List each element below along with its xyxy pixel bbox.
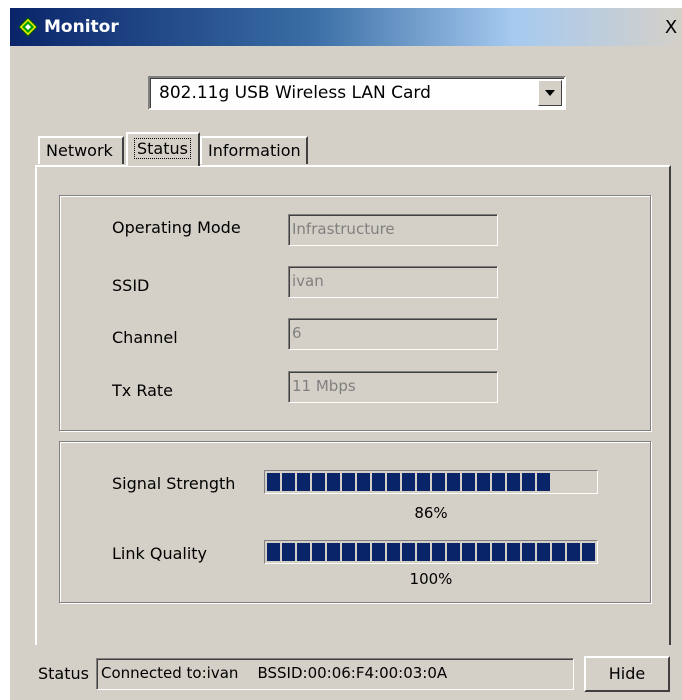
progress-block — [342, 473, 355, 491]
hide-button[interactable]: Hide — [584, 656, 670, 692]
operating-mode-label: Operating Mode — [112, 218, 241, 237]
status-label: Status — [38, 664, 89, 683]
progress-block — [312, 543, 325, 561]
progress-block — [297, 543, 310, 561]
progress-block — [387, 543, 400, 561]
tab-network[interactable]: Network — [38, 136, 124, 164]
progress-block — [537, 473, 550, 491]
progress-block — [417, 473, 430, 491]
tx-rate-label: Tx Rate — [112, 381, 174, 400]
progress-block — [327, 473, 340, 491]
window-title: Monitor — [44, 17, 119, 37]
progress-block — [402, 543, 415, 561]
monitor-window: Monitor X 802.11g USB Wireless LAN Card … — [10, 8, 682, 700]
signal-strength-label: Signal Strength — [112, 474, 236, 493]
signal-strength-fill — [267, 473, 595, 491]
progress-block — [402, 473, 415, 491]
progress-block — [312, 473, 325, 491]
tab-status[interactable]: Status — [126, 132, 200, 166]
hide-button-label: Hide — [608, 664, 646, 683]
link-quality-fill — [267, 543, 595, 561]
progress-block — [477, 473, 490, 491]
status-text: Connected to:ivan BSSID:00:06:F4:00:03:0… — [101, 664, 448, 682]
progress-block — [582, 543, 595, 561]
progress-block — [417, 543, 430, 561]
close-icon[interactable]: X — [662, 17, 680, 39]
progress-block — [267, 543, 280, 561]
connection-info-group: Operating Mode Infrastructure SSID ivan … — [59, 195, 651, 431]
progress-block — [462, 473, 475, 491]
tx-rate-field: 11 Mbps — [288, 371, 498, 403]
status-text-field: Connected to:ivan BSSID:00:06:F4:00:03:0… — [96, 658, 574, 690]
progress-block — [282, 543, 295, 561]
title-bar[interactable]: Monitor X — [10, 8, 682, 46]
ssid-label: SSID — [112, 276, 150, 295]
tab-status-label: Status — [134, 138, 191, 159]
link-quality-bar — [264, 540, 598, 564]
ssid-field: ivan — [288, 266, 498, 298]
tab-information-label: Information — [208, 141, 301, 160]
progress-block — [282, 473, 295, 491]
adapter-select-value: 802.11g USB Wireless LAN Card — [159, 83, 431, 103]
dropdown-button[interactable] — [538, 80, 562, 106]
channel-label: Channel — [112, 328, 178, 347]
channel-field: 6 — [288, 318, 498, 350]
progress-block — [432, 473, 445, 491]
link-quality-label: Link Quality — [112, 544, 208, 563]
progress-block — [327, 543, 340, 561]
progress-block — [552, 543, 565, 561]
progress-block — [357, 543, 370, 561]
diamond-app-icon — [18, 17, 38, 37]
triangle-down-icon — [545, 90, 555, 96]
operating-mode-field: Infrastructure — [288, 214, 498, 246]
progress-block — [507, 473, 520, 491]
progress-block — [267, 473, 280, 491]
progress-block — [477, 543, 490, 561]
progress-block — [447, 543, 460, 561]
progress-block — [492, 473, 505, 491]
signal-strength-percent: 86% — [414, 504, 448, 522]
progress-block — [522, 473, 535, 491]
progress-block — [297, 473, 310, 491]
progress-block — [372, 543, 385, 561]
progress-block — [447, 473, 460, 491]
link-quality-percent: 100% — [409, 570, 453, 588]
tab-network-label: Network — [46, 141, 113, 160]
progress-block — [342, 543, 355, 561]
adapter-select[interactable]: 802.11g USB Wireless LAN Card — [148, 76, 566, 110]
progress-block — [372, 473, 385, 491]
status-tab-panel: Operating Mode Infrastructure SSID ivan … — [35, 165, 671, 645]
progress-block — [567, 543, 580, 561]
progress-block — [522, 543, 535, 561]
progress-block — [357, 473, 370, 491]
progress-block — [387, 473, 400, 491]
progress-block — [492, 543, 505, 561]
signal-group: Signal Strength 86% Link Quality 100% — [59, 441, 651, 603]
tab-information[interactable]: Information — [200, 136, 308, 164]
progress-block — [537, 543, 550, 561]
progress-block — [432, 543, 445, 561]
progress-block — [462, 543, 475, 561]
signal-strength-bar — [264, 470, 598, 494]
progress-block — [507, 543, 520, 561]
